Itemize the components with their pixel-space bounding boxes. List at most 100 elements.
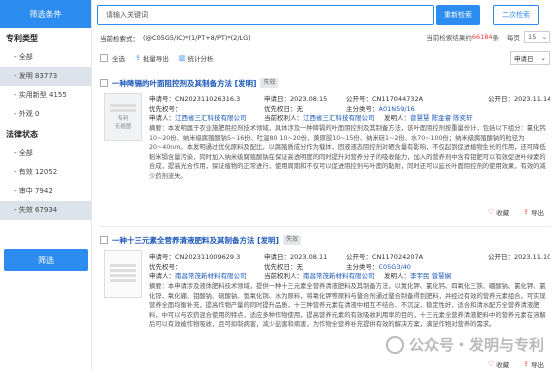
batch-export-label: 批量导出 (142, 55, 169, 63)
thumbnail-text: 无插图 (114, 124, 132, 130)
collect-label: 收藏 (496, 361, 510, 369)
patent-type-title: 专利类型 (6, 34, 38, 43)
export-icon: ⇪ (523, 208, 529, 216)
watermark-text: 公众号・发明与专利 (408, 336, 544, 354)
select-all[interactable]: 全选 (100, 53, 125, 63)
thumbnail-line (110, 274, 136, 277)
thumbnail-line (110, 109, 136, 112)
per-page-select[interactable]: 15 ⌄ (524, 31, 550, 43)
result-meta: 申请号：CN202311026316.3 申请日：2023.08.15 公开号：… (149, 95, 550, 124)
chart-icon: ▥ (178, 54, 186, 62)
select-all-checkbox[interactable] (100, 54, 108, 62)
export-button[interactable]: ⇪ 导出 (523, 359, 544, 369)
result-title-row: 一种十三元素全营养清液肥料及其制备方法 [发明] 失效 (100, 233, 550, 247)
result-checkbox[interactable] (100, 236, 108, 244)
chevron-down-icon: ⌄ (540, 54, 546, 62)
result-divider (100, 226, 550, 227)
patent-thumbnail[interactable]: 专利 无插图 (104, 93, 142, 141)
applicant-label: 申请人： (149, 114, 175, 122)
thumbnail-line (110, 269, 136, 272)
export-label: 导出 (531, 209, 544, 217)
right-holder-link[interactable]: 南昌常茂新材料有限公司 (303, 272, 375, 280)
result-actions: ♡ 收藏 ⇪ 导出 (474, 359, 544, 369)
result-meta: 申请号：CN202311009629.3 申请日：2023.08.11 公开号：… (149, 253, 550, 282)
result-info: 当前检索结果约 66184 条 每页 15 ⌄ (426, 31, 550, 43)
export-icon: ⇪ (135, 54, 141, 62)
meta-row: 优先权号： 优先权日：无 主分类号：C05G3/40 (149, 263, 550, 273)
stats-label: 统计分析 (187, 55, 214, 63)
application-number: 申请号：CN202311009629.3 (149, 253, 241, 261)
search-input[interactable]: 请输入关键词 (97, 5, 434, 25)
publication-date: 公开日：2023.11.10 (488, 253, 550, 261)
select-all-label: 全选 (112, 55, 125, 63)
inventor-label: 发明人： (384, 272, 410, 280)
meta-row: 申请人：南昌常茂新材料有限公司 当前权利人：南昌常茂新材料有限公司 发明人：李宇… (149, 272, 550, 282)
collect-button[interactable]: ♡ 收藏 (488, 359, 509, 369)
inventor-label: 发明人： (384, 114, 410, 122)
re-search-button[interactable]: 重新检索 (436, 5, 480, 25)
filter-status-invalid[interactable]: - 失效 67934 (0, 201, 91, 220)
result-title[interactable]: 一种十三元素全营养清液肥料及其制备方法 [发明] (112, 235, 279, 246)
export-icon: ⇪ (523, 360, 529, 368)
query-label: 当前检索式： (100, 35, 139, 43)
applicant-link[interactable]: 江西省三汇科技有限公司 (175, 114, 247, 122)
right-holder-link[interactable]: 江西省三汇科技有限公司 (303, 114, 375, 122)
collect-button[interactable]: ♡ 收藏 (488, 207, 509, 217)
applicant-link[interactable]: 南昌常茂新材料有限公司 (175, 272, 247, 280)
thumbnail-text: 专利 (117, 116, 129, 122)
export-button[interactable]: ⇪ 导出 (523, 207, 544, 217)
filter-type-invention[interactable]: - 发明 83773 (0, 67, 91, 86)
filter-type-design[interactable]: - 外观 0 (0, 105, 91, 124)
filter-type-utility[interactable]: - 实用新型 4155 (0, 86, 91, 105)
right-holder-label: 当前权利人： (264, 114, 303, 122)
result-title[interactable]: 一种降镉的叶面阻控剂及其制备方法 [发明] (112, 78, 256, 89)
heart-icon: ♡ (487, 208, 495, 216)
chevron-down-icon: ⌄ (541, 33, 547, 41)
watermark: 公众号・发明与专利 (385, 334, 544, 355)
filter-type-all[interactable]: - 全部 (0, 48, 91, 67)
meta-row: 优先权号： 优先权日：无 主分类号：A01N59/16 (149, 105, 550, 115)
result-checkbox[interactable] (100, 79, 108, 87)
filter-status-pending[interactable]: - 审中 7942 (0, 182, 91, 201)
result-toolbar: 全选 ⇪ 批量导出 ▥ 统计分析 申请日 ⌄ (100, 51, 550, 65)
collect-label: 收藏 (496, 209, 510, 217)
result-suffix: 条 (492, 34, 500, 42)
ipc-link[interactable]: C05G3/40 (379, 263, 411, 271)
application-date: 申请日：2023.08.15 (264, 95, 328, 103)
meta-row: 申请号：CN202311009629.3 申请日：2023.08.11 公开号：… (149, 253, 550, 263)
result-abstract: 摘要：本发明属于农业施肥阻控剂技术领域，具体涉及一种降镉的叶面阻控剂及其制备方法… (149, 125, 546, 180)
inventor-links[interactable]: 李宇民 曾慧娴 (410, 272, 451, 280)
filter-status-all[interactable]: - 全部 (0, 144, 91, 163)
priority-number: 优先权号： (149, 104, 182, 113)
publication-number: 公开号：CN117024207A (346, 253, 424, 261)
thumbnail-line (110, 264, 136, 267)
stats-button[interactable]: ▥ 统计分析 (179, 53, 214, 63)
ipc-link[interactable]: A01N59/16 (379, 105, 415, 113)
heart-icon: ♡ (487, 360, 495, 368)
secondary-search-button[interactable]: 二次检索 (493, 5, 539, 25)
status-badge: 失效 (282, 235, 301, 245)
result-title-row: 一种降镉的叶面阻控剂及其制备方法 [发明] 失效 (100, 76, 550, 90)
filter-status-valid[interactable]: - 有效 12052 (0, 163, 91, 182)
sort-value: 申请日 (514, 55, 534, 63)
filter-button[interactable]: 筛选 (4, 249, 88, 271)
application-date: 申请日：2023.08.11 (264, 253, 328, 261)
patent-thumbnail[interactable] (104, 250, 142, 298)
ipc-label: 主分类号： (346, 262, 379, 271)
inventor-links[interactable]: 曾慧慧 陈金睿 陈奕轩 (410, 114, 473, 122)
filter-sidebar: 筛选条件 专利类型 - 全部 - 发明 83773 - 实用新型 4155 - … (0, 0, 92, 371)
per-page-label: 每页 (507, 34, 520, 42)
sort-select[interactable]: 申请日 ⌄ (510, 51, 550, 65)
legal-status-title: 法律状态 (6, 130, 38, 139)
publication-number: 公开号：CN117044732A (346, 95, 424, 103)
status-badge: 失效 (260, 78, 279, 88)
applicant-label: 申请人： (149, 272, 175, 280)
thumbnail-line (110, 104, 136, 107)
priority-number: 优先权号： (149, 262, 182, 271)
thumbnail-line (110, 279, 136, 282)
filter-title: 筛选条件 (0, 0, 91, 28)
batch-export-button[interactable]: ⇪ 批量导出 (135, 53, 169, 63)
query-bar: 当前检索式： (@C05G5/IC)*(1/PT+8/PT)*(2/LG) 当前… (100, 31, 550, 45)
meta-row: 申请人：江西省三汇科技有限公司 当前权利人：江西省三汇科技有限公司 发明人：曾慧… (149, 114, 550, 124)
export-label: 导出 (531, 361, 544, 369)
